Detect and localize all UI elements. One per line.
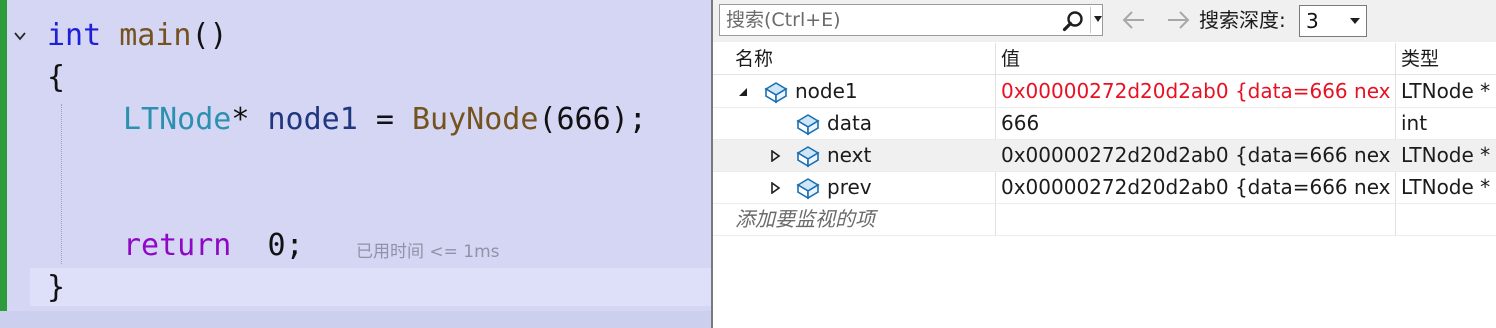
keyword-int: int	[47, 18, 102, 53]
editor-bottom-strip	[0, 311, 711, 328]
open-brace: {	[47, 60, 66, 95]
column-header-type[interactable]: 类型	[1395, 43, 1496, 75]
collapsed-triangle-icon[interactable]	[769, 182, 781, 194]
code-line-1[interactable]: int main()	[47, 20, 228, 52]
collapse-chevron-icon[interactable]	[12, 28, 28, 44]
literal-666: 666	[556, 102, 611, 137]
arrow-left-icon[interactable]	[1121, 10, 1147, 30]
watch-type: LTNode *	[1401, 79, 1491, 103]
search-input[interactable]	[726, 9, 1046, 31]
assign-op: =	[375, 102, 394, 137]
search-separator	[1090, 7, 1091, 33]
add-watch-row[interactable]: 添加要监视的项	[713, 204, 1496, 236]
type-ltnode: LTNode	[123, 102, 232, 137]
code-line-2[interactable]: {	[47, 62, 65, 94]
struct-field-icon	[796, 178, 820, 200]
code-line-3[interactable]: LTNode* node1 = BuyNode(666);	[123, 104, 647, 136]
current-line-highlight	[30, 268, 711, 306]
code-punct: ()	[191, 18, 228, 53]
watch-type: LTNode *	[1401, 175, 1491, 199]
semicolon: ;	[285, 228, 304, 263]
breakpoint-margin[interactable]	[0, 0, 7, 311]
close-brace: }	[47, 270, 66, 305]
struct-field-icon	[796, 114, 820, 136]
chevron-down-icon[interactable]	[1093, 15, 1103, 23]
watch-row-node1[interactable]: node1 0x00000272d20d2ab0 {data=666 nex..…	[713, 76, 1496, 108]
struct-field-icon	[796, 146, 820, 168]
function-main: main	[119, 18, 192, 53]
paren-close: );	[610, 102, 647, 137]
watch-row-prev[interactable]: prev 0x00000272d20d2ab0 {data=666 nex...…	[713, 172, 1496, 204]
code-line-5[interactable]: return 0;	[123, 230, 304, 262]
literal-0: 0	[267, 228, 286, 263]
watch-window: 搜索深度: 3 名称 值 类型 node1 0x00000272d20d2ab0…	[711, 0, 1496, 328]
watch-toolbar: 搜索深度: 3	[713, 0, 1496, 42]
pointer-star: *	[231, 102, 250, 137]
paren-open: (	[538, 102, 557, 137]
search-box[interactable]	[719, 4, 1103, 36]
column-header-name[interactable]: 名称	[729, 43, 995, 75]
elapsed-time-hint: 已用时间 <= 1ms	[356, 242, 500, 262]
function-buynode: BuyNode	[412, 102, 539, 137]
collapsed-triangle-icon[interactable]	[769, 150, 781, 162]
variable-node1: node1	[267, 102, 358, 137]
watch-row-next[interactable]: next 0x00000272d20d2ab0 {data=666 nex...…	[713, 140, 1496, 172]
arrow-right-icon[interactable]	[1165, 10, 1191, 30]
code-line-6[interactable]: }	[47, 272, 65, 304]
struct-field-icon	[764, 82, 788, 104]
add-watch-placeholder[interactable]: 添加要监视的项	[735, 204, 875, 235]
watch-value[interactable]: 0x00000272d20d2ab0 {data=666 nex...	[1001, 140, 1391, 171]
search-icon[interactable]	[1062, 10, 1084, 32]
watch-row-data[interactable]: data 666 int	[713, 108, 1496, 140]
code-editor[interactable]: int main() { LTNode* node1 = BuyNode(666…	[0, 0, 711, 328]
watch-name: data	[827, 111, 873, 135]
search-depth-value: 3	[1306, 9, 1319, 33]
search-depth-select[interactable]: 3	[1299, 5, 1367, 37]
watch-name: next	[827, 143, 872, 167]
watch-name: prev	[827, 175, 872, 199]
column-header-row: 名称 值 类型	[713, 43, 1496, 75]
search-depth-label: 搜索深度:	[1199, 8, 1286, 32]
watch-value[interactable]: 0x00000272d20d2ab0 {data=666 nex...	[1001, 76, 1391, 107]
keyword-return: return	[123, 228, 232, 263]
watch-value[interactable]: 0x00000272d20d2ab0 {data=666 nex...	[1001, 172, 1391, 203]
expanded-triangle-icon[interactable]	[737, 86, 749, 98]
watch-type: int	[1401, 111, 1428, 135]
watch-name: node1	[795, 79, 858, 103]
chevron-down-icon	[1350, 18, 1360, 24]
watch-type: LTNode *	[1401, 143, 1491, 167]
indent-guide	[61, 104, 62, 264]
column-header-value[interactable]: 值	[995, 43, 1395, 75]
watch-value[interactable]: 666	[1001, 108, 1391, 139]
